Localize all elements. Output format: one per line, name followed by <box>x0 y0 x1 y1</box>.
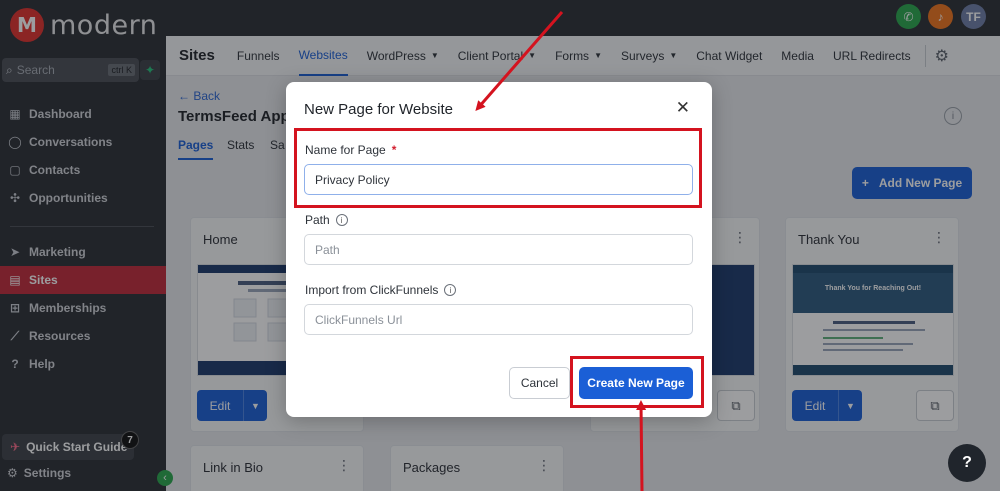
arrow-to-title <box>475 11 564 112</box>
annotation-arrows <box>475 11 647 491</box>
help-chat-icon[interactable]: ? <box>948 444 986 482</box>
arrow-to-create-button <box>636 400 647 491</box>
